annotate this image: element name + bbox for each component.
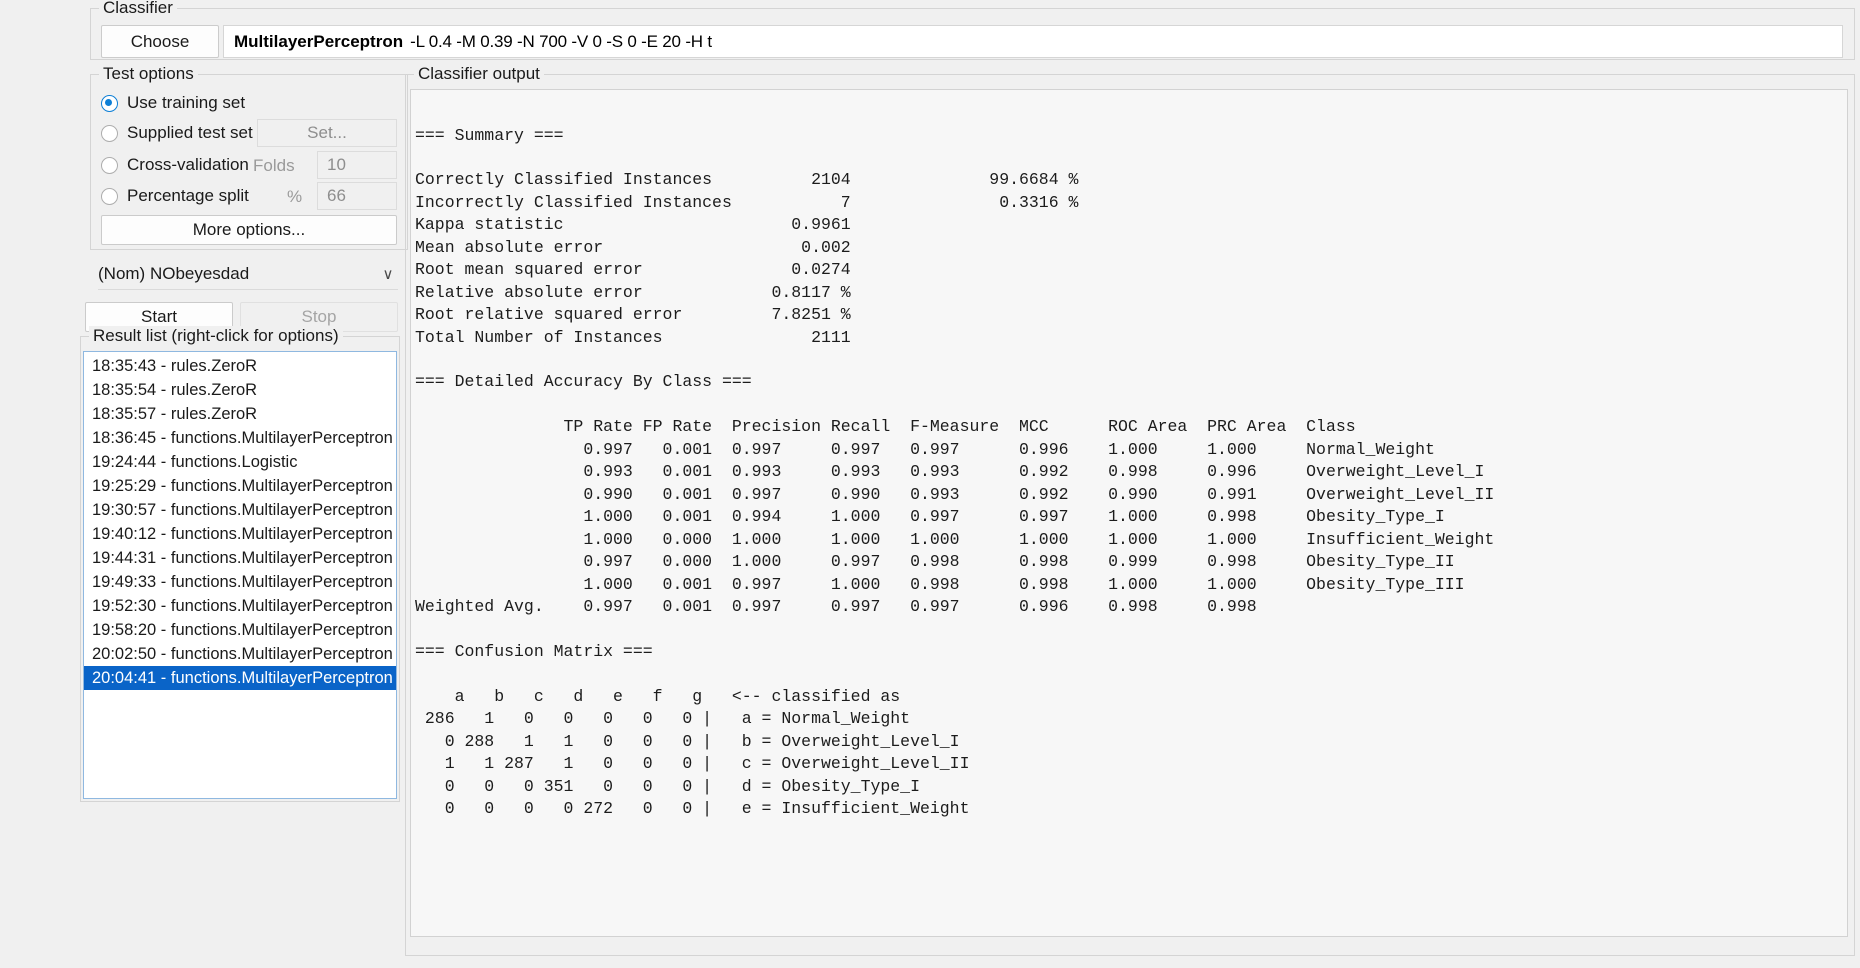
- percent-label: %: [287, 187, 303, 206]
- result-list-item[interactable]: 20:02:50 - functions.MultilayerPerceptro…: [84, 642, 396, 666]
- result-list-item[interactable]: 18:35:43 - rules.ZeroR: [84, 354, 396, 378]
- radio-label-percentage-split: Percentage split: [127, 186, 249, 205]
- radio-icon-use-training-set: [101, 94, 118, 112]
- folds-label: Folds: [253, 156, 295, 175]
- set-button[interactable]: Set...: [257, 119, 397, 147]
- radio-icon-supplied-test-set: [101, 124, 118, 142]
- result-list-item[interactable]: 19:25:29 - functions.MultilayerPerceptro…: [84, 474, 396, 498]
- result-list-item[interactable]: 19:58:20 - functions.MultilayerPerceptro…: [84, 618, 396, 642]
- radio-supplied-test-set[interactable]: Supplied test set: [101, 119, 253, 147]
- classifier-output-pane[interactable]: === Summary === Correctly Classified Ins…: [410, 89, 1848, 937]
- more-options-button[interactable]: More options...: [101, 215, 397, 245]
- result-list-item[interactable]: 19:44:31 - functions.MultilayerPerceptro…: [84, 546, 396, 570]
- radio-percentage-split[interactable]: Percentage split: [101, 182, 249, 210]
- test-options-title: Test options: [99, 64, 198, 84]
- classifier-name: MultilayerPerceptron: [234, 31, 404, 51]
- test-options-group: Test options Use training set Supplied t…: [90, 64, 408, 250]
- choose-button[interactable]: Choose: [101, 25, 219, 58]
- radio-icon-percentage-split: [101, 187, 118, 205]
- radio-cross-validation[interactable]: Cross-validation: [101, 151, 249, 179]
- result-list-item[interactable]: 19:52:30 - functions.MultilayerPerceptro…: [84, 594, 396, 618]
- result-list-item[interactable]: 19:49:33 - functions.MultilayerPerceptro…: [84, 570, 396, 594]
- result-list-item[interactable]: 19:24:44 - functions.Logistic: [84, 450, 396, 474]
- radio-label-cross-validation: Cross-validation: [127, 155, 249, 174]
- radio-label-supplied-test-set: Supplied test set: [127, 123, 253, 142]
- status-sliver: [80, 806, 120, 830]
- folds-input[interactable]: 10: [317, 151, 397, 179]
- weka-explorer-classify-tab: Classifier Choose MultilayerPerceptron -…: [0, 0, 1860, 968]
- radio-use-training-set[interactable]: Use training set: [101, 89, 245, 117]
- classifier-options: -L 0.4 -M 0.39 -N 700 -V 0 -S 0 -E 20 -H…: [410, 31, 712, 51]
- radio-icon-cross-validation: [101, 156, 118, 174]
- classifier-group-title: Classifier: [99, 0, 177, 18]
- result-list-item[interactable]: 18:35:54 - rules.ZeroR: [84, 378, 396, 402]
- classifier-config-field[interactable]: MultilayerPerceptron -L 0.4 -M 0.39 -N 7…: [223, 25, 1843, 58]
- result-list[interactable]: 18:35:43 - rules.ZeroR 18:35:54 - rules.Z…: [83, 351, 397, 799]
- classifier-group: Classifier Choose MultilayerPerceptron -…: [90, 0, 1855, 60]
- result-list-item[interactable]: 19:40:12 - functions.MultilayerPerceptro…: [84, 522, 396, 546]
- result-list-title: Result list (right-click for options): [89, 326, 343, 346]
- result-list-item[interactable]: 18:36:45 - functions.MultilayerPerceptro…: [84, 426, 396, 450]
- classifier-output-text: === Summary === Correctly Classified Ins…: [415, 125, 1495, 819]
- class-attribute-select[interactable]: (Nom) NObeyesdad ∨: [98, 258, 398, 290]
- result-list-group: Result list (right-click for options) 18…: [80, 326, 400, 802]
- radio-label-use-training-set: Use training set: [127, 93, 246, 112]
- classifier-output-group: Classifier output === Summary === Correc…: [405, 64, 1855, 956]
- classifier-output-title: Classifier output: [414, 64, 544, 84]
- result-list-item[interactable]: 20:04:41 - functions.MultilayerPerceptro…: [84, 666, 396, 690]
- chevron-down-icon: ∨: [382, 265, 394, 283]
- percentage-split-input[interactable]: 66: [317, 182, 397, 210]
- class-attribute-value: (Nom) NObeyesdad: [98, 263, 250, 283]
- result-list-item[interactable]: 18:35:57 - rules.ZeroR: [84, 402, 396, 426]
- result-list-item[interactable]: 19:30:57 - functions.MultilayerPerceptro…: [84, 498, 396, 522]
